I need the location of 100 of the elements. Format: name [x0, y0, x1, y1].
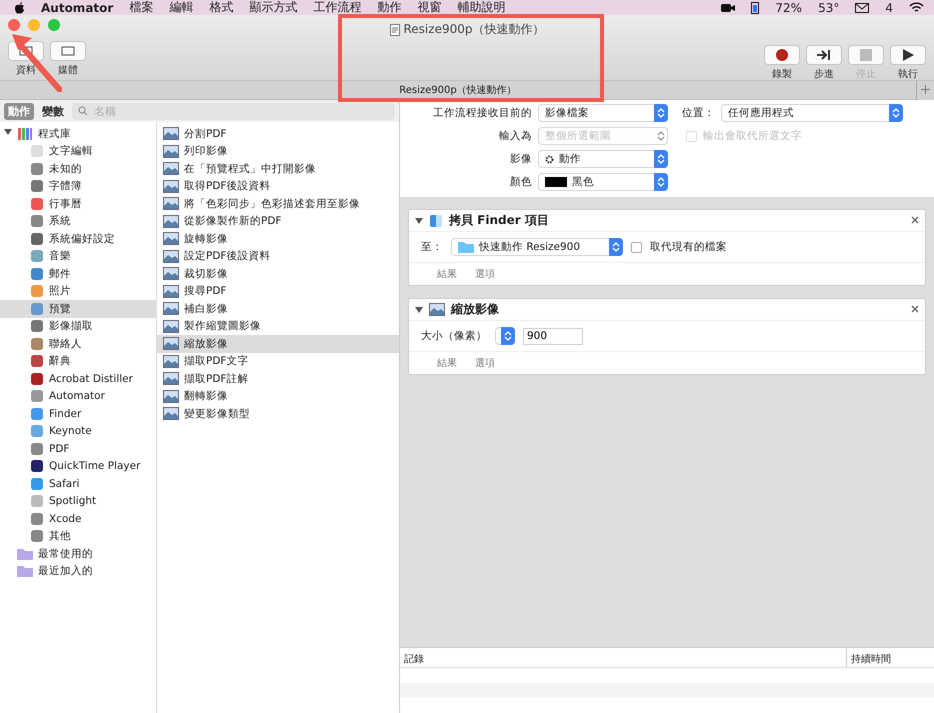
stepper-icon: [654, 150, 668, 168]
library-item[interactable]: Safari: [0, 475, 156, 492]
search-box[interactable]: 名稱: [72, 102, 395, 120]
library-item[interactable]: 最常使用的: [0, 545, 156, 562]
library-item[interactable]: Finder: [0, 405, 156, 422]
disclosure-triangle-icon[interactable]: [415, 216, 423, 224]
action-item[interactable]: 在「預覽程式」中打開影像: [157, 160, 399, 178]
action-item[interactable]: 擷取PDF文字: [157, 352, 399, 370]
search-field[interactable]: 名稱: [92, 104, 389, 118]
menu-item[interactable]: 編輯: [169, 0, 194, 16]
library-item[interactable]: Spotlight: [0, 492, 156, 510]
segment-tab[interactable]: 變數: [38, 102, 68, 120]
action-item[interactable]: 從影像製作新的PDF: [157, 212, 399, 230]
card-tab[interactable]: 結果: [437, 267, 457, 281]
menu-item[interactable]: 顯示方式: [249, 0, 298, 16]
app-icon: [30, 266, 44, 281]
library-item[interactable]: 系統偏好設定: [0, 230, 156, 248]
battery-icon[interactable]: [751, 1, 760, 14]
popup-menu[interactable]: 動作: [538, 150, 668, 168]
close-button[interactable]: [8, 19, 20, 31]
menu-item[interactable]: 工作流程: [313, 0, 362, 16]
library-item[interactable]: 字體簿: [0, 178, 156, 195]
library-item[interactable]: 聯絡人: [0, 335, 156, 352]
library-item[interactable]: 音樂: [0, 248, 156, 265]
toolbar-button[interactable]: 步進: [806, 45, 842, 81]
size-field[interactable]: 900: [523, 328, 583, 344]
popup-menu[interactable]: 黑色: [538, 173, 668, 191]
popup-menu[interactable]: 任何應用程式: [721, 104, 903, 122]
library-item[interactable]: 最近加入的: [0, 562, 156, 580]
action-item[interactable]: 翻轉影像: [157, 388, 399, 405]
app-icon: [30, 459, 44, 474]
card-tab[interactable]: 選項: [475, 356, 495, 370]
image-icon: [163, 197, 179, 210]
action-item[interactable]: 旋轉影像: [157, 230, 399, 248]
menu-item[interactable]: 動作: [377, 0, 402, 16]
library-item[interactable]: 行事曆: [0, 195, 156, 212]
menu-item[interactable]: 格式: [209, 0, 234, 16]
action-item[interactable]: 設定PDF後設資料: [157, 248, 399, 265]
add-tab-button[interactable]: [916, 80, 934, 100]
setting-label: 影像: [509, 152, 532, 166]
action-item[interactable]: 取得PDF後設資料: [157, 178, 399, 195]
wifi-icon[interactable]: [909, 2, 924, 13]
menu-item[interactable]: 輔助說明: [457, 0, 506, 16]
library-item[interactable]: 影像擷取: [0, 318, 156, 335]
image-icon: [163, 144, 179, 158]
menu-item[interactable]: 檔案: [129, 0, 154, 16]
action-item[interactable]: 擷取PDF註解: [157, 370, 399, 388]
toolbar-button[interactable]: 媒體: [50, 41, 86, 77]
toolbar-button[interactable]: 執行: [890, 45, 926, 81]
menu-item[interactable]: 視窗: [417, 0, 442, 16]
card-tab[interactable]: 結果: [437, 356, 457, 370]
action-item[interactable]: 搜尋PDF: [157, 282, 399, 300]
image-icon: [163, 390, 179, 403]
library-item[interactable]: 照片: [0, 282, 156, 300]
action-item[interactable]: 列印影像: [157, 142, 399, 160]
library-item[interactable]: 辭典: [0, 352, 156, 370]
search-icon: [78, 106, 88, 116]
column-header[interactable]: 記錄: [400, 648, 846, 670]
action-item[interactable]: 製作縮覽圖影像: [157, 318, 399, 335]
image-icon: [163, 267, 179, 280]
library-item[interactable]: Automator: [0, 388, 156, 405]
library-item[interactable]: 郵件: [0, 265, 156, 282]
close-icon: [911, 305, 919, 313]
popup-menu[interactable]: 影像檔案: [538, 104, 668, 122]
popup-menu[interactable]: [495, 327, 515, 345]
apple-logo-icon[interactable]: [14, 2, 25, 14]
checkbox[interactable]: [631, 242, 642, 252]
library-item[interactable]: 預覽: [0, 300, 156, 318]
library-icon: [17, 126, 33, 141]
action-item[interactable]: 補白影像: [157, 300, 399, 318]
library-item[interactable]: Xcode: [0, 510, 156, 528]
folder-icon: [17, 565, 33, 578]
action-item[interactable]: 變更影像類型: [157, 405, 399, 422]
app-icon: [30, 512, 44, 526]
library-item[interactable]: QuickTime Player: [0, 458, 156, 475]
setting-label: 輸入為: [498, 129, 532, 143]
image-icon: [163, 354, 179, 368]
card-tab[interactable]: 選項: [475, 267, 495, 281]
document-icon: [390, 24, 400, 36]
stepper-icon: [889, 104, 903, 122]
library-item[interactable]: 系統: [0, 212, 156, 230]
app-icon: [30, 389, 44, 404]
folder-popup[interactable]: 快速動作 Resize900: [451, 238, 623, 256]
library-item[interactable]: Keynote: [0, 422, 156, 440]
action-item[interactable]: 縮放影像: [157, 335, 399, 352]
disclosure-triangle-icon[interactable]: [4, 128, 12, 136]
library-item[interactable]: 程式庫: [0, 125, 156, 142]
camera-icon[interactable]: [721, 2, 736, 12]
mail-icon[interactable]: [855, 2, 870, 12]
action-item[interactable]: 將「色彩同步」色彩描述套用至影像: [157, 195, 399, 212]
toolbar-button[interactable]: 錄製: [764, 45, 800, 81]
app-menu[interactable]: Automator: [41, 0, 114, 14]
library-item[interactable]: Acrobat Distiller: [0, 370, 156, 388]
library-item[interactable]: 其他: [0, 528, 156, 545]
library-item[interactable]: 文字編輯: [0, 142, 156, 160]
action-item[interactable]: 裁切影像: [157, 265, 399, 282]
disclosure-triangle-icon[interactable]: [415, 306, 423, 314]
action-item[interactable]: 分割PDF: [157, 125, 399, 142]
library-item[interactable]: 未知的: [0, 160, 156, 178]
library-item[interactable]: PDF: [0, 440, 156, 458]
